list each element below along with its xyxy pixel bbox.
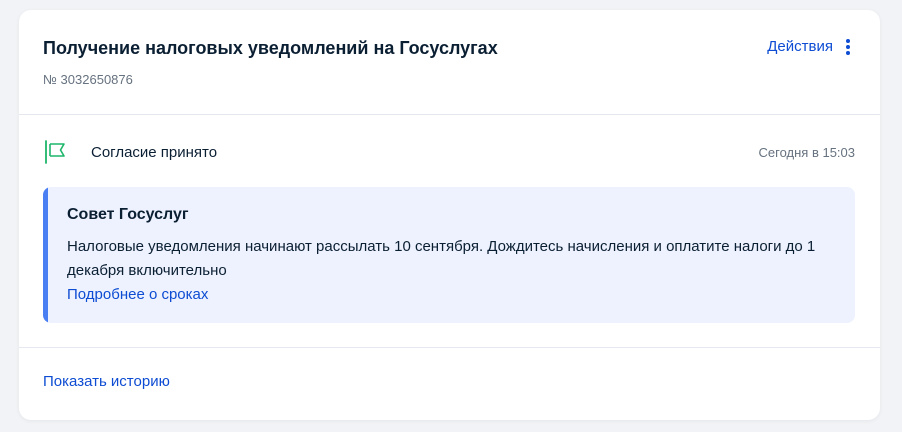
flag-icon [43,139,67,165]
status-timestamp: Сегодня в 15:03 [758,145,855,160]
advice-block: Совет Госуслуг Налоговые уведомления нач… [43,187,855,323]
advice-accent-bar [43,187,48,323]
card-header: Получение налоговых уведомлений на Госус… [19,10,880,115]
more-vertical-icon [842,38,854,56]
actions-button[interactable]: Действия [767,36,854,58]
order-title: Получение налоговых уведомлений на Госус… [43,38,498,58]
status-label: Согласие принято [91,144,218,161]
advice-title: Совет Госуслуг [67,206,189,223]
actions-label: Действия [767,38,833,55]
status-row: Согласие принято Сегодня в 15:03 [43,139,855,165]
order-number: № 3032650876 [43,72,133,87]
advice-text: Налоговые уведомления начинают рассылать… [67,238,816,279]
show-history-link[interactable]: Показать историю [43,372,170,392]
order-card: Получение налоговых уведомлений на Госус… [19,10,880,420]
card-footer-divider [19,347,880,348]
deadlines-details-link[interactable]: Подробнее о сроках [67,283,208,307]
